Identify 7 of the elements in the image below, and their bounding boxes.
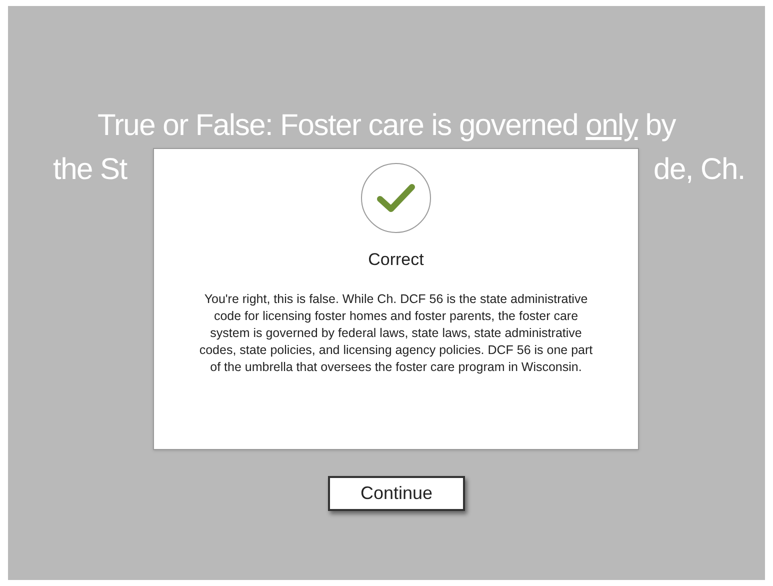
continue-button[interactable]: Continue <box>328 476 465 511</box>
question-text: True or False: Foster care is governed only by <box>97 108 676 144</box>
question-text: de, Ch. <box>654 152 745 188</box>
question-text: the St <box>53 152 127 188</box>
check-icon <box>361 163 431 233</box>
dialog-title: Correct <box>368 249 424 271</box>
feedback-message: You're right, this is false. While Ch. DCF 56 is the state administrative code for licensing foster homes and foster parents, the foster care system is governed by federal laws, state laws, state administrative codes, state policies, and licensing agency policies. DCF 56 is one part of the umbrella that oversees the foster care program in Wisconsin. <box>198 290 594 376</box>
